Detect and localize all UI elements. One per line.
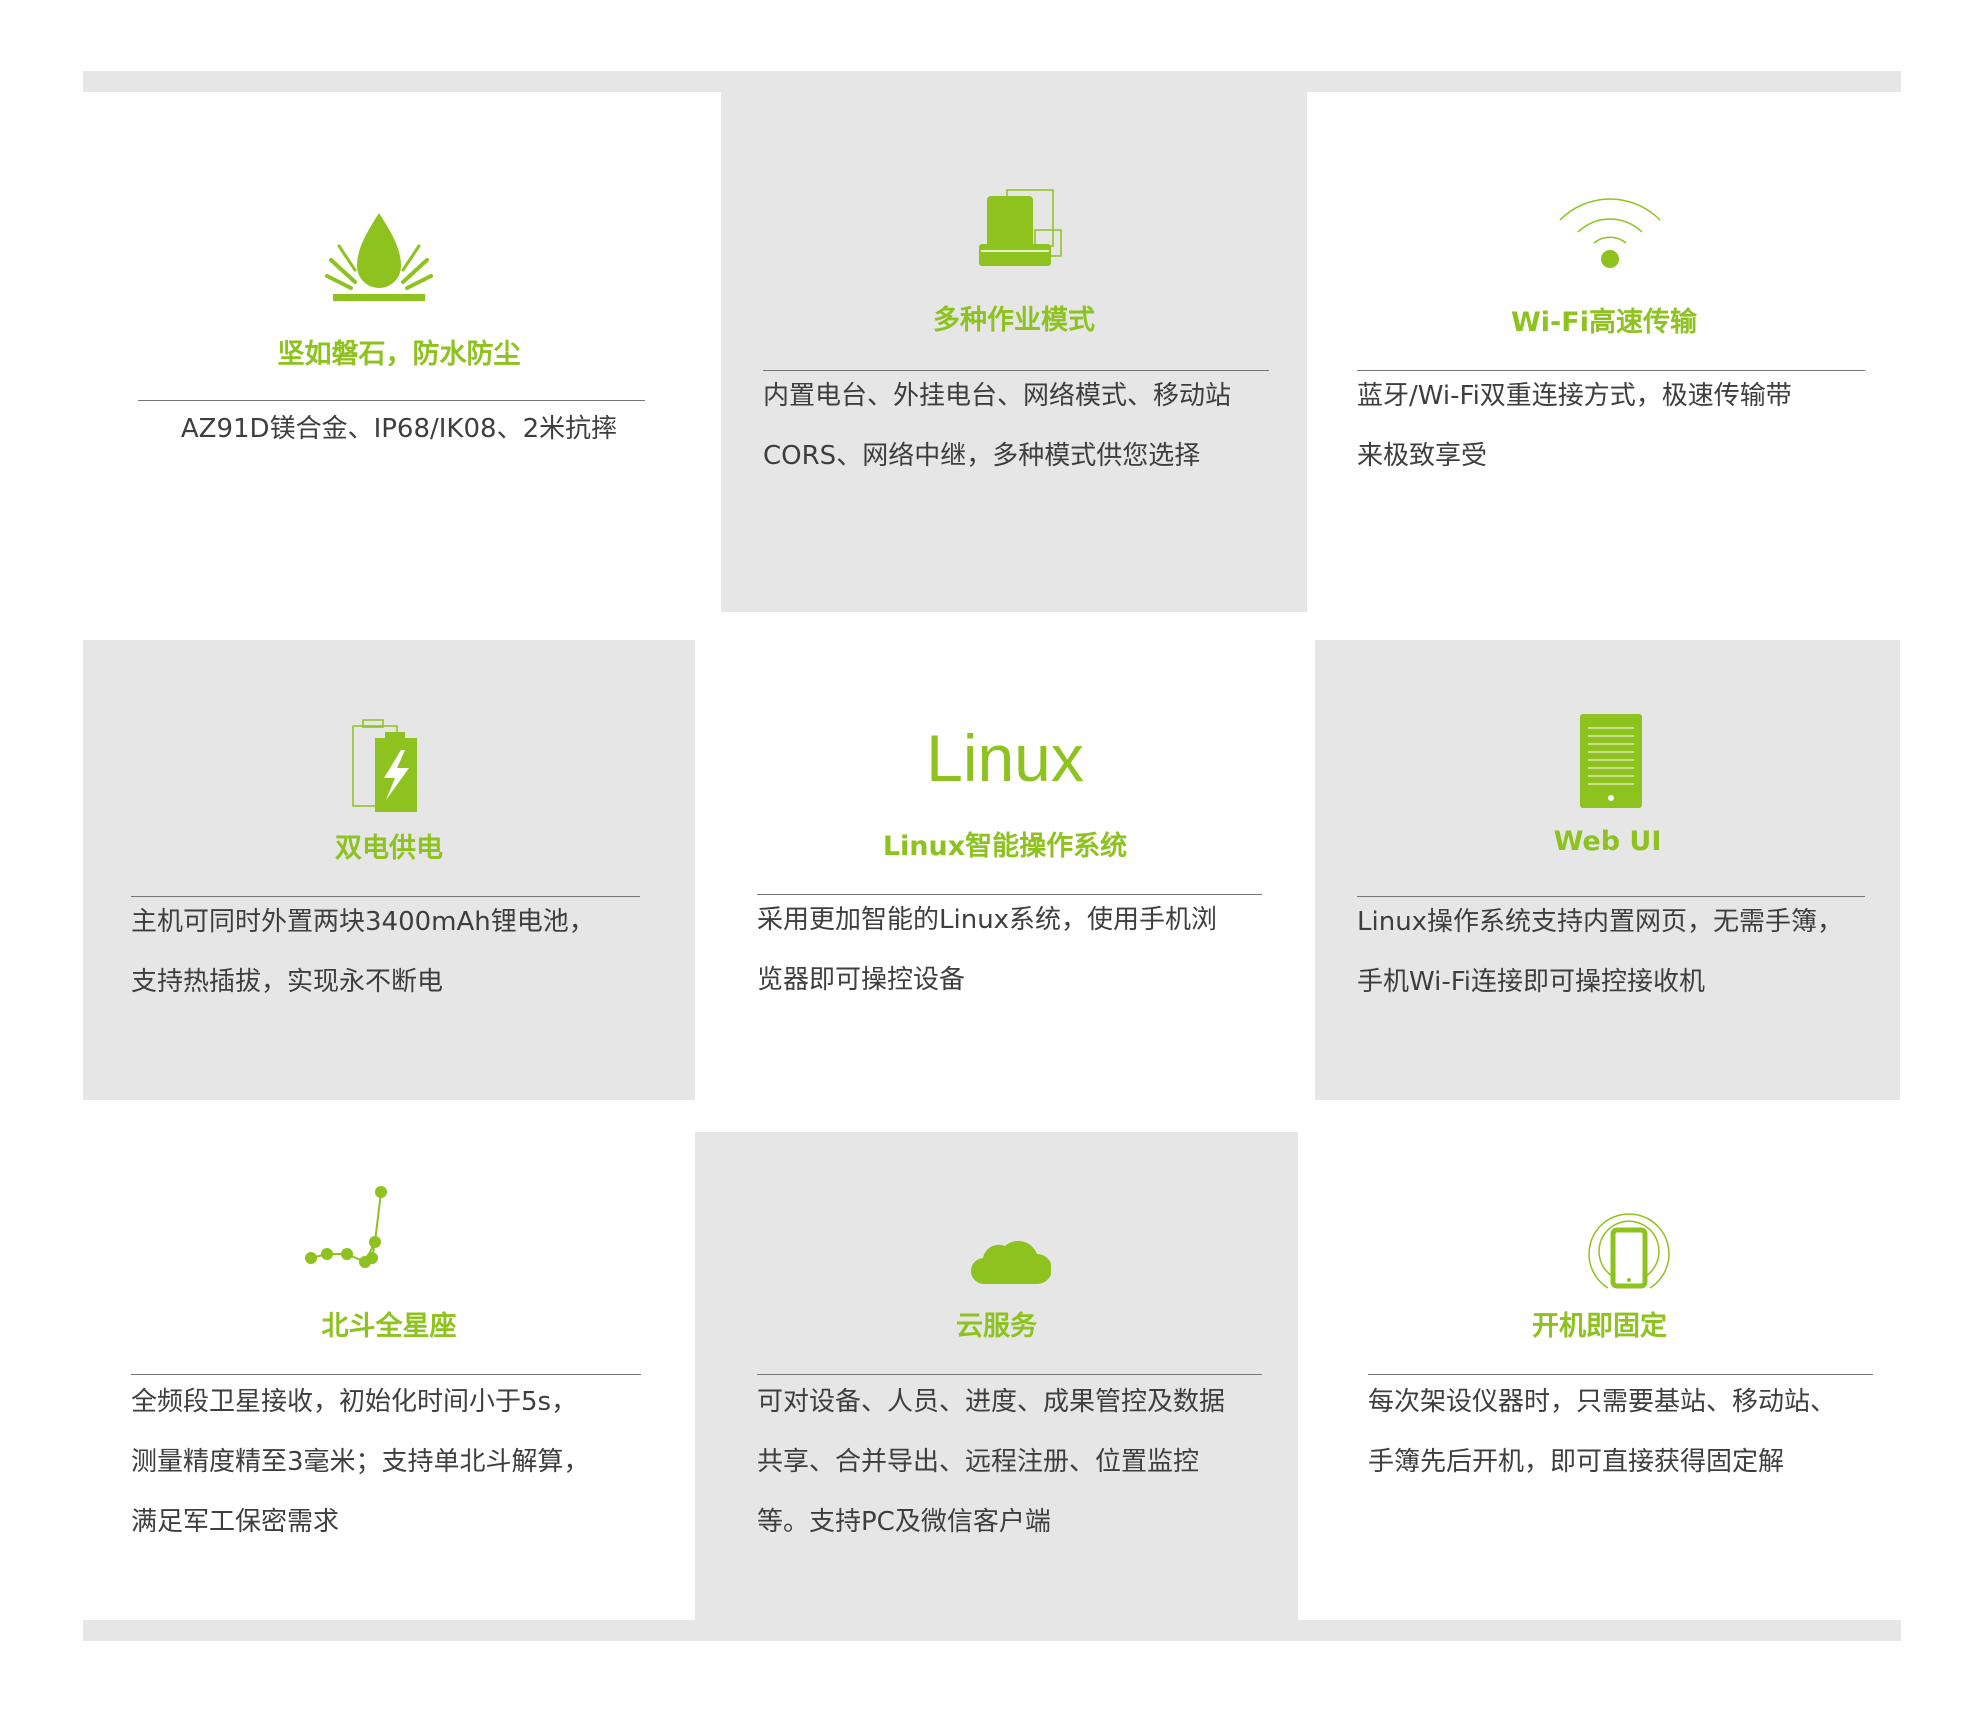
top-bar xyxy=(83,71,1901,92)
tablet-icon xyxy=(1580,714,1642,808)
description-line: AZ91D镁合金、IP68/IK08、2米抗摔 xyxy=(180,414,618,444)
feature-card-linux: Linux Linux智能操作系统 采用更加智能的Linux系统，使用手机浏 览… xyxy=(695,640,1315,1100)
constellation-icon xyxy=(305,1186,387,1268)
description-line: 支持热插拔，实现永不断电 xyxy=(131,967,444,997)
feature-title: Wi-Fi高速传输 xyxy=(1511,307,1697,338)
description-line: 可对设备、人员、进度、成果管控及数据 xyxy=(757,1387,1226,1417)
bottom-bar xyxy=(83,1620,1901,1641)
feature-title: 开机即固定 xyxy=(1532,1311,1667,1342)
feature-description: 主机可同时外置两块3400mAh锂电池， 支持热插拔，实现永不断电 xyxy=(131,892,595,1012)
feature-card-instant-fix: 开机即固定 每次架设仪器时，只需要基站、移动站、 手簿先后开机，即可直接获得固定… xyxy=(1298,1132,1901,1620)
description-line: 览器即可操控设备 xyxy=(757,965,966,995)
feature-card-wifi: Wi-Fi高速传输 蓝牙/Wi-Fi双重连接方式，极速传输带 来极致享受 xyxy=(1307,92,1901,612)
feature-description: 全频段卫星接收，初始化时间小于5s， 测量精度精至3毫米；支持单北斗解算， 满足… xyxy=(131,1372,590,1552)
description-line: 满足军工保密需求 xyxy=(131,1507,340,1537)
wifi-icon xyxy=(1559,198,1661,268)
feature-description: 可对设备、人员、进度、成果管控及数据 共享、合并导出、远程注册、位置监控 等。支… xyxy=(757,1372,1225,1552)
feature-card-beidou: 北斗全星座 全频段卫星接收，初始化时间小于5s， 测量精度精至3毫米；支持单北斗… xyxy=(83,1132,695,1620)
feature-title: 双电供电 xyxy=(335,833,443,864)
description-line: 内置电台、外挂电台、网络模式、移动站 xyxy=(763,381,1232,411)
description-line: 来极致享受 xyxy=(1357,441,1488,471)
feature-title: 坚如磐石，防水防尘 xyxy=(277,339,521,370)
feature-description: 采用更加智能的Linux系统，使用手机浏 览器即可操控设备 xyxy=(757,890,1217,1010)
feature-card-work-modes: 多种作业模式 内置电台、外挂电台、网络模式、移动站 CORS、网络中继，多种模式… xyxy=(721,92,1307,612)
description-line: 手机Wi-Fi连接即可操控接收机 xyxy=(1357,967,1706,997)
linux-text-icon: Linux xyxy=(926,721,1084,795)
description-line: CORS、网络中继，多种模式供您选择 xyxy=(763,441,1201,471)
feature-description: AZ91D镁合金、IP68/IK08、2米抗摔 xyxy=(83,399,715,459)
feature-description: 内置电台、外挂电台、网络模式、移动站 CORS、网络中继，多种模式供您选择 xyxy=(763,366,1231,486)
feature-description: 蓝牙/Wi-Fi双重连接方式，极速传输带 来极致享受 xyxy=(1357,366,1792,486)
description-line: 蓝牙/Wi-Fi双重连接方式，极速传输带 xyxy=(1357,381,1792,411)
work-modes-icon xyxy=(979,189,1062,266)
feature-description: Linux操作系统支持内置网页，无需手簿， 手机Wi-Fi连接即可操控接收机 xyxy=(1357,892,1843,1012)
description-line: 手簿先后开机，即可直接获得固定解 xyxy=(1368,1447,1785,1477)
description-line: 等。支持PC及微信客户端 xyxy=(757,1507,1051,1537)
feature-title: 多种作业模式 xyxy=(933,305,1095,336)
battery-icon xyxy=(352,719,417,812)
description-line: 全频段卫星接收，初始化时间小于5s， xyxy=(131,1387,578,1417)
feature-card-rugged: 坚如磐石，防水防尘 AZ91D镁合金、IP68/IK08、2米抗摔 xyxy=(83,92,715,612)
feature-title: 北斗全星座 xyxy=(321,1311,457,1342)
feature-title: 云服务 xyxy=(956,1311,1037,1342)
feature-title: Web UI xyxy=(1553,826,1662,857)
description-line: Linux操作系统支持内置网页，无需手簿， xyxy=(1357,907,1844,937)
description-line: 测量精度精至3毫米；支持单北斗解算， xyxy=(131,1447,590,1477)
cloud-icon xyxy=(971,1240,1051,1285)
feature-title: Linux智能操作系统 xyxy=(882,831,1128,862)
phone-signal-icon xyxy=(1588,1213,1670,1289)
description-line: 主机可同时外置两块3400mAh锂电池， xyxy=(131,907,595,937)
feature-card-battery: 双电供电 主机可同时外置两块3400mAh锂电池， 支持热插拔，实现永不断电 xyxy=(83,640,695,1100)
feature-card-web-ui: Web UI Linux操作系统支持内置网页，无需手簿， 手机Wi-Fi连接即可… xyxy=(1315,640,1900,1100)
feature-card-cloud: 云服务 可对设备、人员、进度、成果管控及数据 共享、合并导出、远程注册、位置监控… xyxy=(695,1132,1298,1620)
description-line: 共享、合并导出、远程注册、位置监控 xyxy=(757,1447,1200,1477)
description-line: 每次架设仪器时，只需要基站、移动站、 xyxy=(1368,1387,1837,1417)
feature-description: 每次架设仪器时，只需要基站、移动站、 手簿先后开机，即可直接获得固定解 xyxy=(1368,1372,1836,1492)
water-drop-icon xyxy=(325,213,433,301)
description-line: 采用更加智能的Linux系统，使用手机浏 xyxy=(757,905,1218,935)
